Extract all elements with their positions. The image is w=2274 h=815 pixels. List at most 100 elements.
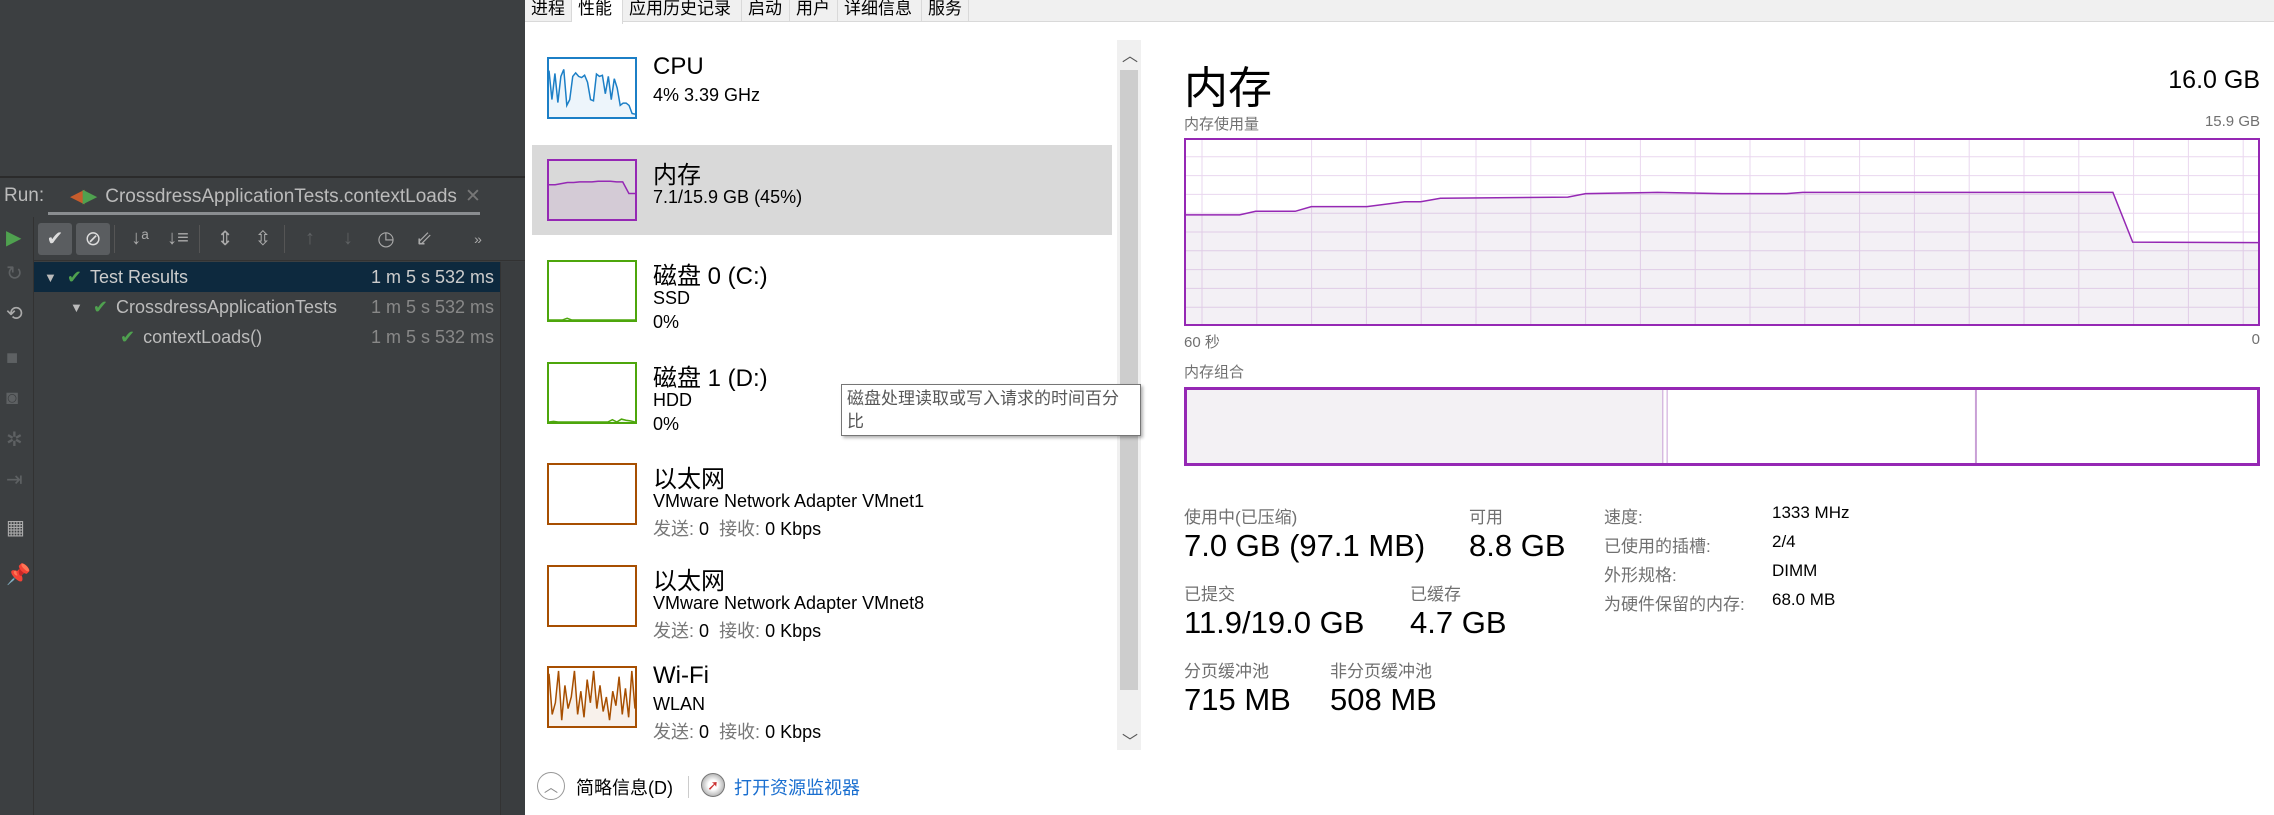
tree-scrollbar[interactable] xyxy=(500,262,525,815)
recv-label: 接收: xyxy=(719,620,761,641)
collapse-all-icon[interactable]: ⇳ xyxy=(246,223,280,255)
modified-segment[interactable] xyxy=(1662,387,1668,466)
spec-value: 2/4 xyxy=(1772,532,1796,551)
camera-icon[interactable]: ◙ xyxy=(6,387,18,410)
run-config-icon-right: ▶ xyxy=(82,186,98,207)
stop-icon[interactable]: ■ xyxy=(6,347,18,370)
open-resource-monitor-link[interactable]: 打开资源监视器 xyxy=(734,774,860,800)
tree-row-class[interactable]: ▼ ✔ CrossdressApplicationTests 1 m 5 s 53… xyxy=(34,292,500,322)
memory-total: 16.0 GB xyxy=(2168,66,2260,94)
axis-left-label: 60 秒 xyxy=(1184,334,1220,351)
ide-run-panel: Run: ◀ ▶ CrossdressApplicationTests.conte… xyxy=(0,0,525,815)
device-item[interactable]: 磁盘 0 (C:) SSD 0% xyxy=(532,246,1112,336)
recv-label: 接收: xyxy=(719,519,761,539)
previous-icon[interactable]: ↑ xyxy=(293,223,327,255)
memory-area xyxy=(1184,192,2260,326)
device-item[interactable]: 以太网 VMware Network Adapter VMnet1 发送: 0 接收… xyxy=(532,449,1112,539)
chevron-up-icon[interactable]: ︿ xyxy=(537,772,565,800)
rerun-icon[interactable]: ▶ xyxy=(6,225,21,250)
sparkline-fill xyxy=(549,69,635,117)
send-value: 0 xyxy=(699,620,710,641)
next-icon[interactable]: ↓ xyxy=(331,223,365,255)
paged-pool-label: 分页缓冲池 xyxy=(1184,662,1269,681)
tab-details[interactable]: 详细信息 xyxy=(838,0,922,22)
tab-users[interactable]: 用户 xyxy=(790,0,838,22)
pass-check-icon: ✔ xyxy=(120,326,136,347)
scroll-up-icon[interactable]: ︿ xyxy=(1122,42,1138,66)
import-icon[interactable]: ⇙ xyxy=(407,223,441,255)
in-use-segment[interactable] xyxy=(1184,387,1663,466)
run-tab-label: CrossdressApplicationTests.contextLoads xyxy=(105,185,457,207)
divider xyxy=(199,224,200,253)
fewer-details-button[interactable]: 简略信息(D) xyxy=(576,774,673,800)
device-item[interactable]: 内存 7.1/15.9 GB (45%) xyxy=(532,144,1112,235)
device-item[interactable]: CPU 4% 3.39 GHz xyxy=(532,43,1112,133)
device-item[interactable]: Wi-Fi WLAN 发送: 0 接收: 0 Kbps xyxy=(532,652,1112,742)
device-sparkline xyxy=(547,666,637,728)
rerun-failed-icon[interactable]: ↻ xyxy=(6,261,23,286)
device-item[interactable]: 以太网 VMware Network Adapter VMnet8 发送: 0 接收… xyxy=(532,551,1112,641)
device-throughput: 发送: 0 接收: 0 Kbps xyxy=(653,617,821,643)
sparkline-svg xyxy=(549,262,635,320)
send-value: 0 xyxy=(699,722,710,742)
device-value: 0% xyxy=(653,413,680,434)
close-icon[interactable]: ✕ xyxy=(465,185,481,208)
spec-label: 外形规格: xyxy=(1604,566,1677,585)
run-tab[interactable]: ◀ ▶ CrossdressApplicationTests.contextLoa… xyxy=(70,185,481,208)
more-icon[interactable]: » xyxy=(461,223,495,255)
sparkline-svg xyxy=(549,668,635,726)
debug-icon[interactable]: ✲ xyxy=(6,427,23,452)
scroll-down-icon[interactable]: ﹀ xyxy=(1122,728,1138,752)
usage-label: 内存使用量 xyxy=(1184,116,1260,133)
memory-usage-graph xyxy=(1184,138,2260,326)
device-throughput: 发送: 0 接收: 0 Kbps xyxy=(653,515,821,541)
spec-value: 1333 MHz xyxy=(1772,503,1850,522)
tab-app-history[interactable]: 应用历史记录 xyxy=(623,0,742,22)
recv-value: 0 Kbps xyxy=(765,620,822,641)
spec-value: 68.0 MB xyxy=(1772,590,1836,609)
tree-row-test-results[interactable]: ▼ ✔ Test Results 1 m 5 s 532 ms xyxy=(34,262,500,292)
exit-icon[interactable]: ⇥ xyxy=(6,467,23,492)
spec-value: DIMM xyxy=(1772,561,1818,580)
device-title: Wi-Fi xyxy=(653,662,709,689)
show-passed-icon[interactable]: ✔ xyxy=(38,222,72,255)
tree-row-method[interactable]: ✔ contextLoads() 1 m 5 s 532 ms xyxy=(34,322,500,352)
tab-startup[interactable]: 启动 xyxy=(742,0,790,22)
device-subtitle: 7.1/15.9 GB (45%) xyxy=(653,186,803,207)
expand-all-icon[interactable]: ⇕ xyxy=(208,223,242,255)
tooltip: 磁盘处理读取或写入请求的时间百分比 xyxy=(841,384,1141,436)
expand-triangle-icon[interactable]: ▼ xyxy=(44,270,57,285)
committed-value: 11.9/19.0 GB xyxy=(1184,605,1365,640)
sort-alpha-icon[interactable]: ↓ᵃ xyxy=(123,223,157,255)
device-title: CPU xyxy=(653,53,704,80)
device-subtitle: WLAN xyxy=(653,694,706,714)
device-sparkline xyxy=(547,361,637,424)
toggle-auto-test-icon[interactable]: ⟲ xyxy=(6,301,23,326)
scrollbar-thumb[interactable] xyxy=(1120,70,1138,690)
memory-composition-bar[interactable] xyxy=(1184,387,2260,466)
tree-label: CrossdressApplicationTests xyxy=(115,296,338,317)
tab-performance[interactable]: 性能 xyxy=(572,0,623,24)
tab-processes[interactable]: 进程 xyxy=(525,0,572,22)
device-subtitle: 4% 3.39 GHz xyxy=(653,85,761,105)
device-subtitle: VMware Network Adapter VMnet8 xyxy=(653,592,925,613)
spec-label: 速度: xyxy=(1604,508,1643,527)
pin-icon[interactable]: 📌 xyxy=(6,562,31,587)
expand-triangle-icon[interactable]: ▼ xyxy=(70,300,83,315)
send-value: 0 xyxy=(699,519,710,539)
pass-check-icon: ✔ xyxy=(92,296,108,317)
device-sparkline xyxy=(547,463,637,525)
history-icon[interactable]: ◷ xyxy=(369,223,403,255)
sort-duration-icon[interactable]: ↓≡ xyxy=(161,223,195,255)
device-title: 磁盘 1 (D:) xyxy=(653,364,768,392)
tab-services[interactable]: 服务 xyxy=(922,0,969,22)
tree-time: 1 m 5 s 532 ms xyxy=(370,296,494,317)
layout-icon[interactable]: ▦ xyxy=(6,515,25,540)
page-title: 内存 xyxy=(1184,64,1272,113)
nonpaged-pool-label: 非分页缓冲池 xyxy=(1330,662,1432,681)
committed-label: 已提交 xyxy=(1184,585,1235,604)
sparkline-line xyxy=(549,318,635,320)
show-ignored-icon[interactable]: ⊘ xyxy=(76,222,110,255)
paged-pool-value: 715 MB xyxy=(1184,682,1291,717)
send-label: 发送: xyxy=(653,620,695,641)
